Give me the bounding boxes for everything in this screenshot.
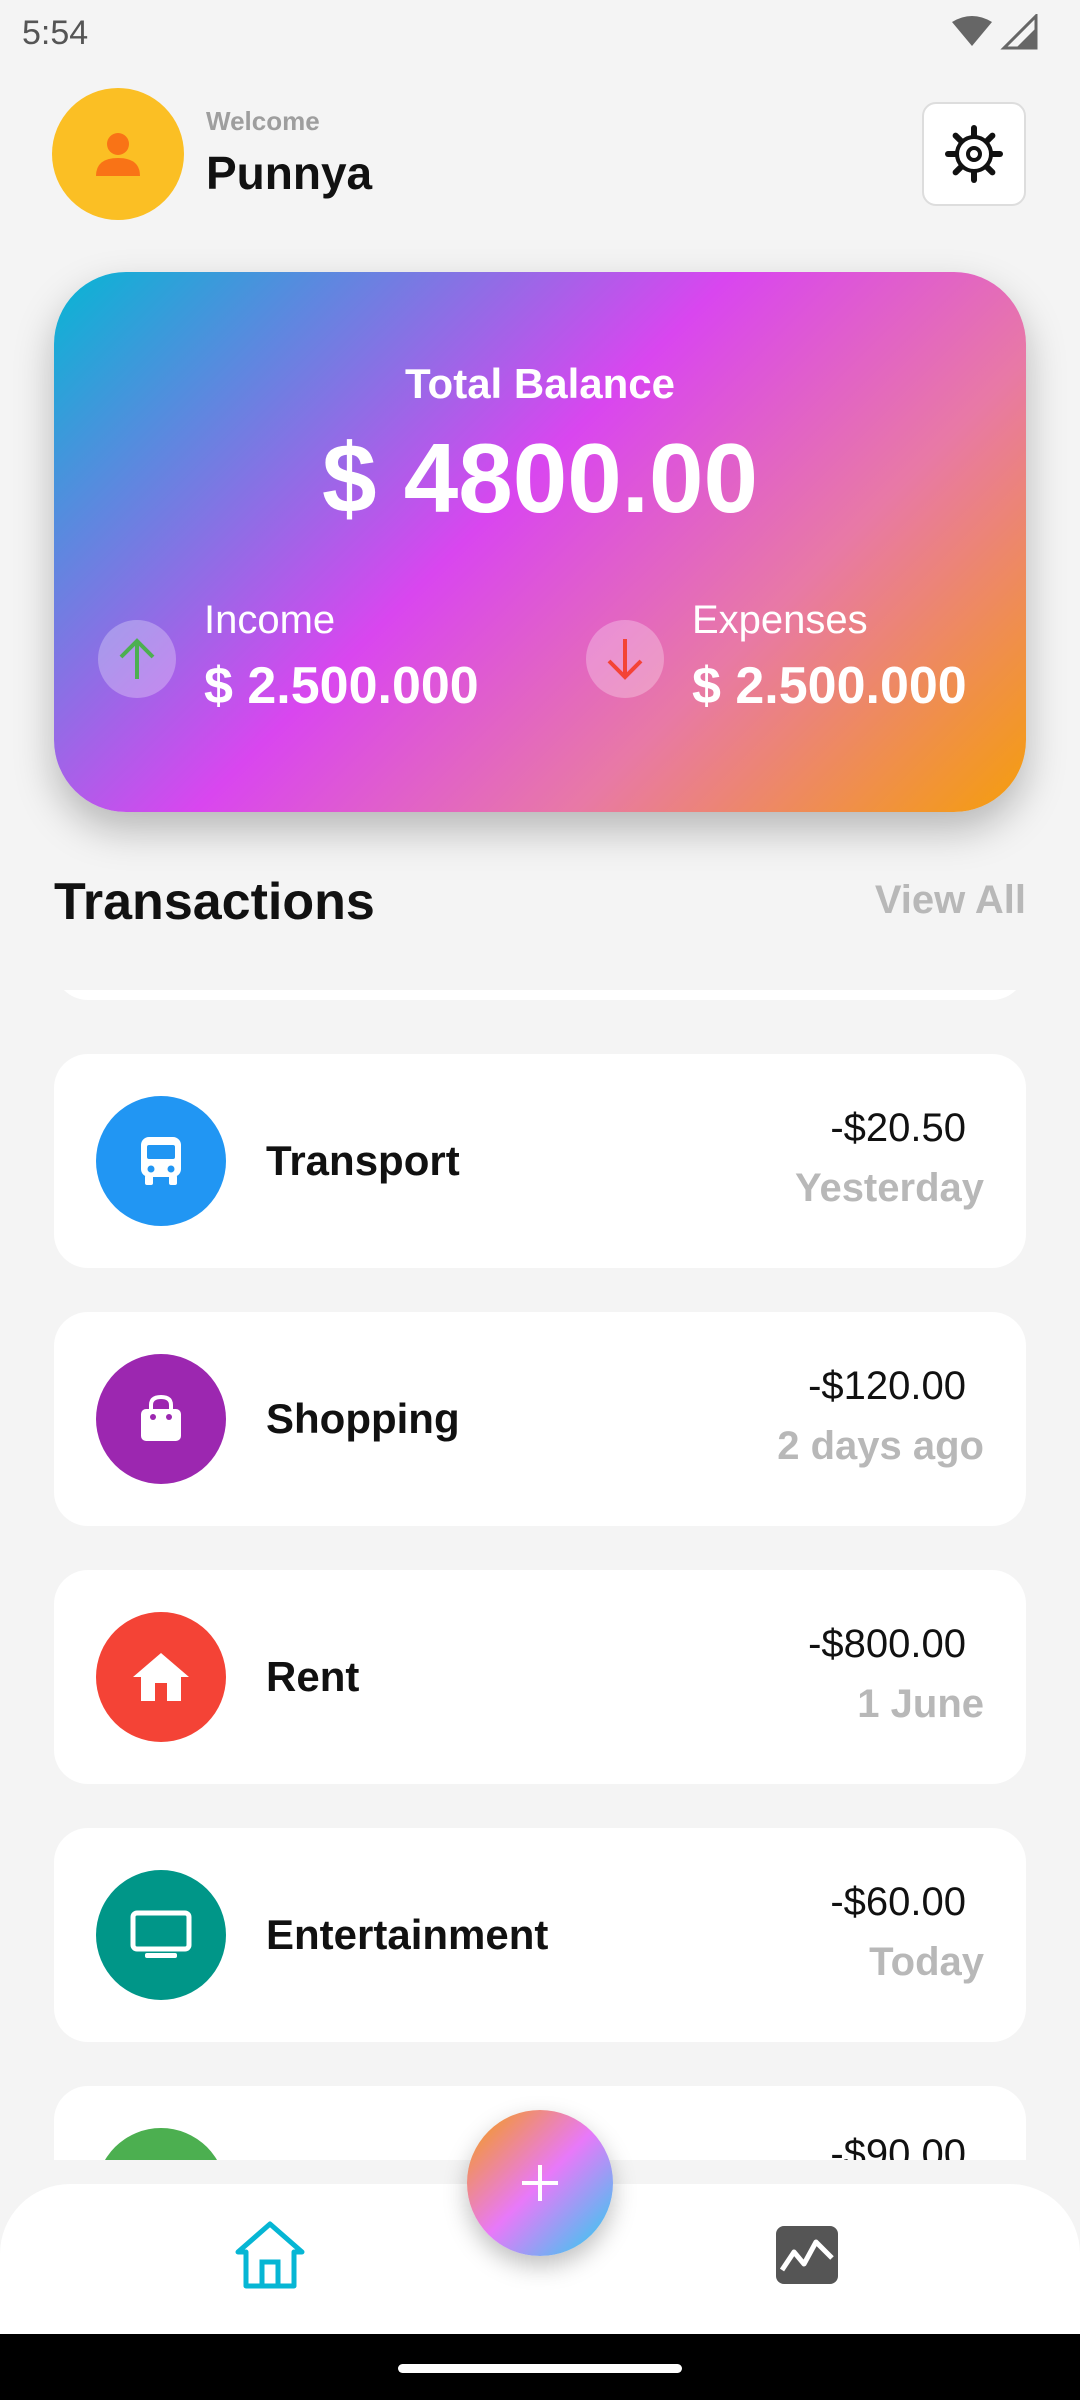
income-value: $ 2.500.000 <box>204 657 479 715</box>
bus-icon <box>96 1096 226 1226</box>
income-arrow-icon <box>98 620 176 698</box>
transaction-name: Rent <box>266 1653 360 1700</box>
list-item[interactable] <box>54 990 1026 1000</box>
home-icon[interactable] <box>232 2218 308 2294</box>
expenses-label: Expenses <box>692 598 868 642</box>
balance-card: Total Balance $ 4800.00 Income $ 2.500.0… <box>54 272 1026 812</box>
transaction-date: 1 June <box>857 1682 984 1726</box>
wifi-icon <box>952 16 992 46</box>
transaction-name: Transport <box>266 1137 460 1184</box>
chart-icon[interactable] <box>772 2222 842 2288</box>
expense-arrow-icon <box>586 620 664 698</box>
plus-icon <box>522 2165 558 2201</box>
view-all-link[interactable]: View All <box>875 878 1026 923</box>
monitor-icon <box>96 1870 226 2000</box>
transaction-date: 2 days ago <box>777 1424 984 1468</box>
transaction-date: Today <box>869 1940 984 1984</box>
expenses-value: $ 2.500.000 <box>692 657 967 715</box>
username: Punnya <box>206 147 373 199</box>
status-time: 5:54 <box>22 14 89 52</box>
transaction-list[interactable]: Transport -$20.50 Yesterday Shopping -$1… <box>0 990 1080 2160</box>
list-item[interactable]: Entertainment -$60.00 Today <box>54 1828 1026 2042</box>
income-label: Income <box>204 598 336 642</box>
add-transaction-button[interactable] <box>467 2110 613 2256</box>
list-item[interactable]: Rent -$800.00 1 June <box>54 1570 1026 1784</box>
category-icon <box>96 2128 226 2160</box>
transaction-name: Entertainment <box>266 1911 549 1958</box>
status-icons <box>952 14 1038 50</box>
list-item[interactable]: Shopping -$120.00 2 days ago <box>54 1312 1026 1526</box>
transaction-amount: -$120.00 <box>808 1364 966 1408</box>
transaction-name: Shopping <box>266 1395 460 1442</box>
settings-button[interactable] <box>922 102 1026 206</box>
home-gesture-pill[interactable] <box>398 2364 682 2373</box>
transaction-date: Yesterday <box>794 1166 984 1210</box>
list-item[interactable]: Transport -$20.50 Yesterday <box>54 1054 1026 1268</box>
total-balance-amount: $ 4800.00 <box>322 423 758 533</box>
transaction-amount: -$800.00 <box>808 1622 966 1666</box>
transaction-amount: -$20.50 <box>830 1106 966 1150</box>
transaction-amount: -$90.00 <box>830 2132 966 2160</box>
transactions-title: Transactions <box>54 873 375 931</box>
house-icon <box>96 1612 226 1742</box>
transaction-amount: -$60.00 <box>830 1880 966 1924</box>
gear-icon <box>945 125 1003 183</box>
total-balance-label: Total Balance <box>405 360 675 407</box>
shopping-bag-icon <box>96 1354 226 1484</box>
person-icon <box>96 133 140 176</box>
welcome-label: Welcome <box>206 106 320 136</box>
avatar[interactable] <box>52 88 184 220</box>
